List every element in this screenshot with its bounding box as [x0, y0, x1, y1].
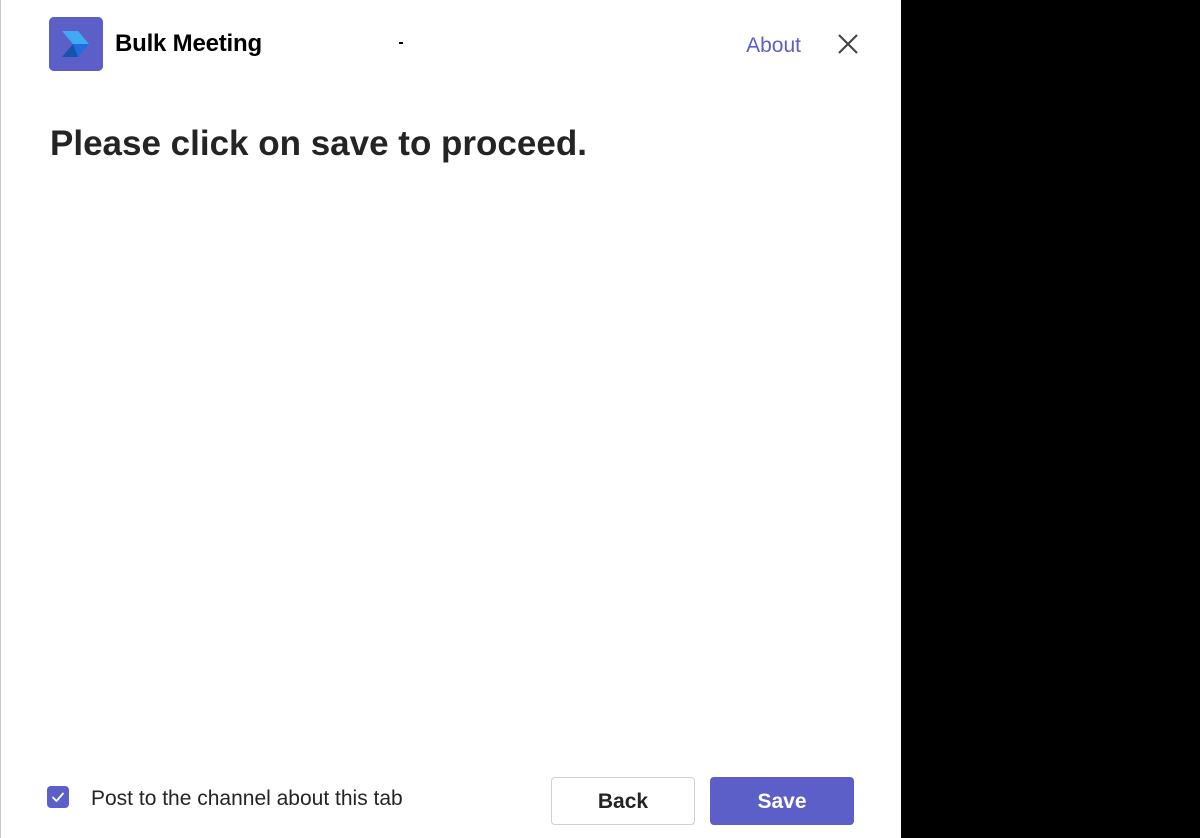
save-button[interactable]: Save [710, 777, 854, 825]
page-title: Please click on save to proceed. [50, 124, 587, 163]
dialog-footer: Post to the channel about this tab Back … [47, 777, 857, 825]
dialog-header: Bulk Meeting About [49, 17, 861, 71]
close-icon [838, 34, 858, 54]
configuration-dialog: Bulk Meeting About Please click on save … [0, 0, 901, 838]
app-name: Bulk Meeting [115, 30, 262, 57]
close-button[interactable] [835, 31, 861, 57]
back-button[interactable]: Back [551, 777, 695, 825]
separator-mark [399, 42, 403, 44]
about-link[interactable]: About [746, 34, 801, 58]
bulk-meeting-logo-icon [49, 17, 103, 71]
checkmark-icon [52, 792, 64, 802]
post-to-channel-label[interactable]: Post to the channel about this tab [91, 787, 403, 811]
post-to-channel-checkbox[interactable] [47, 786, 69, 808]
